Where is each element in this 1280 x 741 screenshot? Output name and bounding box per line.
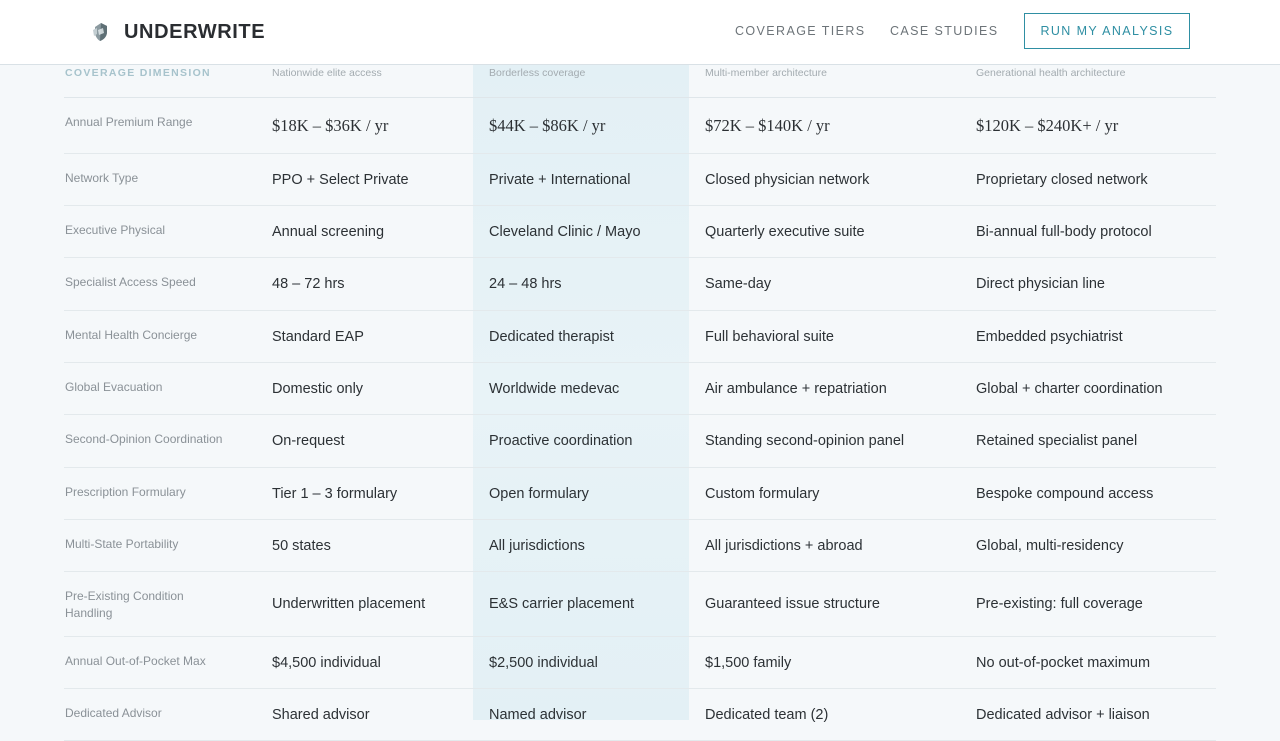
table-row: Pre-Existing Condition Handling Underwri… <box>64 572 1216 637</box>
row-value-tier-1: $18K – $36K / yr <box>272 115 389 135</box>
table-row: Dedicated Advisor Shared advisor Named a… <box>64 689 1216 741</box>
row-value-tier-3: Same-day <box>705 276 772 292</box>
table-row: Mental Health Concierge Standard EAP Ded… <box>64 311 1216 363</box>
row-value-tier-2: 24 – 48 hrs <box>489 276 562 292</box>
top-navigation: UNDERWRITE COVERAGE TIERS CASE STUDIES R… <box>0 0 1280 65</box>
row-value-tier-2: Private + International <box>489 171 631 188</box>
nav-link-case-studies[interactable]: CASE STUDIES <box>890 24 999 38</box>
row-value-tier-3: Guaranteed issue structure <box>705 596 880 612</box>
row-label: Mental Health Concierge <box>65 328 198 342</box>
row-label: Executive Physical <box>65 223 166 237</box>
row-value-tier-1: Underwritten placement <box>272 596 426 612</box>
row-value-tier-2: Worldwide medevac <box>489 380 620 397</box>
row-label: Annual Out-of-Pocket Max <box>65 654 206 668</box>
row-value-tier-4: Embedded psychiatrist <box>976 328 1123 345</box>
header-tier-3: Multi-member architecture <box>705 67 827 79</box>
nav-link-coverage-tiers[interactable]: COVERAGE TIERS <box>735 24 866 38</box>
table-row: Annual Premium Range $18K – $36K / yr $4… <box>64 98 1216 154</box>
row-value-tier-2: Named advisor <box>489 706 587 723</box>
row-value-tier-1: Annual screening <box>272 223 385 240</box>
row-label: Pre-Existing Condition Handling <box>65 589 184 620</box>
row-label: Second-Opinion Coordination <box>65 432 223 446</box>
shield-logo-icon <box>92 21 110 43</box>
row-value-tier-3: Air ambulance + repatriation <box>705 380 887 397</box>
coverage-comparison-table: COVERAGE DIMENSION Nationwide elite acce… <box>64 64 1216 741</box>
row-value-tier-2: $44K – $86K / yr <box>489 115 606 135</box>
row-value-tier-4: Direct physician line <box>976 276 1105 292</box>
row-label: Dedicated Advisor <box>65 706 162 720</box>
row-value-tier-1: Shared advisor <box>272 706 370 723</box>
table-row: Annual Out-of-Pocket Max $4,500 individu… <box>64 637 1216 689</box>
row-value-tier-3: Closed physician network <box>705 171 870 188</box>
row-value-tier-4: Global, multi-residency <box>976 537 1124 554</box>
brand[interactable]: UNDERWRITE <box>92 19 265 45</box>
row-value-tier-2: Cleveland Clinic / Mayo <box>489 223 641 240</box>
row-value-tier-3: Custom formulary <box>705 485 820 502</box>
table-header-row: COVERAGE DIMENSION Nationwide elite acce… <box>64 64 1216 98</box>
row-value-tier-4: Retained specialist panel <box>976 433 1138 449</box>
row-value-tier-4: Bi-annual full-body protocol <box>976 223 1152 240</box>
run-analysis-button[interactable]: RUN MY ANALYSIS <box>1024 13 1190 49</box>
header-tier-4: Generational health architecture <box>976 67 1126 79</box>
row-value-tier-3: $72K – $140K / yr <box>705 115 830 135</box>
row-value-tier-4: Bespoke compound access <box>976 485 1154 502</box>
row-value-tier-1: Domestic only <box>272 380 364 397</box>
row-label: Global Evacuation <box>65 380 163 394</box>
row-value-tier-1: 48 – 72 hrs <box>272 276 345 292</box>
row-value-tier-1: Standard EAP <box>272 328 364 345</box>
row-value-tier-2: Proactive coordination <box>489 433 633 449</box>
row-value-tier-1: 50 states <box>272 537 331 554</box>
brand-name: UNDERWRITE <box>124 20 266 43</box>
row-value-tier-3: Standing second-opinion panel <box>705 433 905 449</box>
table-row: Second-Opinion Coordination On-request P… <box>64 415 1216 468</box>
row-value-tier-2: Dedicated therapist <box>489 328 614 345</box>
row-label: Network Type <box>65 171 139 185</box>
row-value-tier-4: Pre-existing: full coverage <box>976 596 1143 612</box>
row-value-tier-2: $2,500 individual <box>489 654 598 671</box>
row-value-tier-4: Proprietary closed network <box>976 171 1148 188</box>
row-value-tier-4: No out-of-pocket maximum <box>976 654 1151 671</box>
table-row: Prescription Formulary Tier 1 – 3 formul… <box>64 468 1216 520</box>
row-value-tier-3: $1,500 family <box>705 654 792 671</box>
row-value-tier-3: Full behavioral suite <box>705 328 834 345</box>
row-value-tier-1: PPO + Select Private <box>272 171 409 188</box>
table-row: Executive Physical Annual screening Clev… <box>64 206 1216 258</box>
row-value-tier-4: Dedicated advisor + liaison <box>976 706 1150 723</box>
row-label: Prescription Formulary <box>65 485 186 499</box>
table-row: Multi-State Portability 50 states All ju… <box>64 520 1216 572</box>
row-value-tier-3: All jurisdictions + abroad <box>705 537 863 554</box>
row-value-tier-1: Tier 1 – 3 formulary <box>272 485 398 502</box>
row-label: Multi-State Portability <box>65 537 179 551</box>
row-label: Annual Premium Range <box>65 115 193 129</box>
row-value-tier-3: Dedicated team (2) <box>705 706 829 723</box>
table-row: Specialist Access Speed 48 – 72 hrs 24 –… <box>64 258 1216 311</box>
table-row: Network Type PPO + Select Private Privat… <box>64 154 1216 206</box>
header-dimension: COVERAGE DIMENSION <box>65 67 211 79</box>
row-value-tier-3: Quarterly executive suite <box>705 223 865 240</box>
row-value-tier-2: All jurisdictions <box>489 537 585 554</box>
row-value-tier-1: On-request <box>272 433 345 449</box>
row-label: Specialist Access Speed <box>65 275 196 289</box>
table-row: Global Evacuation Domestic only Worldwid… <box>64 363 1216 415</box>
row-value-tier-2: Open formulary <box>489 485 589 502</box>
header-tier-2: Borderless coverage <box>489 67 586 79</box>
row-value-tier-2: E&S carrier placement <box>489 596 635 612</box>
row-value-tier-4: Global + charter coordination <box>976 380 1163 397</box>
header-tier-1: Nationwide elite access <box>272 67 382 79</box>
row-value-tier-4: $120K – $240K+ / yr <box>976 115 1119 135</box>
row-value-tier-1: $4,500 individual <box>272 654 381 671</box>
